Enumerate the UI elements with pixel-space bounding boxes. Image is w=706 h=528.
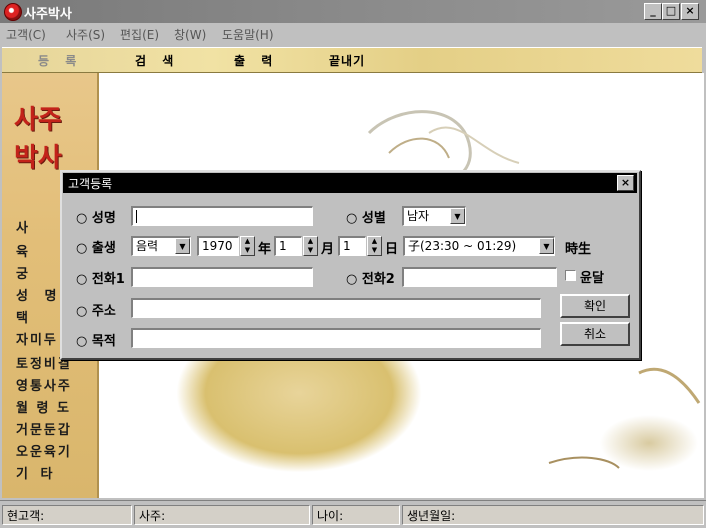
maximize-button[interactable]: □ <box>662 3 680 20</box>
name-field[interactable] <box>131 206 313 226</box>
year-field[interactable]: 1970 <box>197 236 239 256</box>
text-caret <box>136 210 137 223</box>
app-icon[interactable] <box>4 3 22 21</box>
year-unit: 年 <box>258 242 272 257</box>
cancel-button[interactable]: 취소 <box>560 322 630 346</box>
menu-customer[interactable]: 고객(C) <box>6 26 46 43</box>
close-button[interactable]: × <box>681 3 699 20</box>
sidebar-item-yeongtong[interactable]: 영통사주 <box>16 375 72 394</box>
logo-bottom: 박사 <box>14 143 62 173</box>
window-title: 사주박사 <box>24 7 72 22</box>
print-button[interactable]: 출 력 <box>234 52 278 69</box>
chevron-down-icon[interactable]: ▼ <box>450 208 465 224</box>
month-field[interactable]: 1 <box>274 236 302 256</box>
name-label: ○ 성명 <box>76 211 116 226</box>
customer-register-dialog: 고객등록 × ○ 성명 ○ 성별 남자 ▼ ○ 출생 음력 ▼ 1970 ▲ ▼ 年 … <box>60 170 641 360</box>
minimize-button[interactable]: _ <box>644 3 662 20</box>
month-spinner[interactable]: ▲ ▼ <box>303 236 318 256</box>
menu-help[interactable]: 도움말(H) <box>222 26 274 43</box>
purpose-field[interactable] <box>131 328 541 348</box>
sidebar-item-taek[interactable]: 택 <box>16 307 34 326</box>
toolbar: 등 록 검 색 출 력 끝내기 <box>2 47 702 73</box>
sidebar-item-jamidu[interactable]: 자미두 <box>16 329 58 348</box>
ok-button[interactable]: 확인 <box>560 294 630 318</box>
birth-hour-select[interactable]: 子(23:30 ~ 01:29) ▼ <box>403 236 555 256</box>
status-birthday: 생년월일: <box>402 505 704 525</box>
menu-saju[interactable]: 사주(S) <box>66 26 105 43</box>
address-label: ○ 주소 <box>76 304 116 319</box>
chevron-down-icon[interactable]: ▼ <box>539 238 554 254</box>
gender-label: ○ 성별 <box>346 211 386 226</box>
day-spinner[interactable]: ▲ ▼ <box>367 236 382 256</box>
sidebar-item-oun[interactable]: 오운육기 <box>16 441 72 460</box>
phone2-field[interactable] <box>402 267 557 287</box>
hour-unit: 時生 <box>565 242 592 257</box>
sidebar-item-geomun[interactable]: 거문둔갑 <box>16 419 72 438</box>
sidebar-item-gung[interactable]: 궁 <box>16 263 34 282</box>
status-age: 나이: <box>312 505 400 525</box>
menu-window[interactable]: 창(W) <box>174 26 206 43</box>
logo-top: 사주 <box>14 105 62 135</box>
day-field[interactable]: 1 <box>338 236 366 256</box>
dialog-close-button[interactable]: × <box>617 175 634 191</box>
sidebar-item-wollyeong[interactable]: 월 령 도 <box>16 397 71 416</box>
sidebar-item-etc[interactable]: 기 타 <box>16 463 56 482</box>
menu-edit[interactable]: 편집(E) <box>120 26 159 43</box>
phone1-field[interactable] <box>131 267 313 287</box>
leap-month-checkbox[interactable] <box>565 270 576 281</box>
search-button[interactable]: 검 색 <box>135 52 179 69</box>
month-unit: 月 <box>321 242 335 257</box>
calendar-select[interactable]: 음력 ▼ <box>131 236 191 256</box>
status-bar: 현고객: 사주: 나이: 생년월일: <box>0 500 706 528</box>
exit-button[interactable]: 끝내기 <box>329 52 365 69</box>
sidebar-item-yuk[interactable]: 육 <box>16 241 34 260</box>
title-bar[interactable]: 사주박사 _ □ × <box>0 0 706 23</box>
year-spinner[interactable]: ▲ ▼ <box>240 236 255 256</box>
birth-label: ○ 출생 <box>76 241 116 256</box>
phone2-label: ○ 전화2 <box>346 272 395 287</box>
address-field[interactable] <box>131 298 541 318</box>
register-button[interactable]: 등 록 <box>38 52 82 69</box>
sidebar-item-name[interactable]: 성 명 <box>16 285 62 304</box>
sidebar-item-sa[interactable]: 사 <box>16 217 34 236</box>
dialog-title: 고객등록 <box>68 177 113 191</box>
purpose-label: ○ 목적 <box>76 334 116 349</box>
status-current-customer: 현고객: <box>2 505 132 525</box>
phone1-label: ○ 전화1 <box>76 272 125 287</box>
dialog-title-bar[interactable]: 고객등록 × <box>63 173 637 193</box>
day-unit: 日 <box>385 242 399 257</box>
leap-month-label: 윤달 <box>580 271 604 286</box>
chevron-down-icon[interactable]: ▼ <box>175 238 190 254</box>
menu-bar: 고객(C) 사주(S) 편집(E) 창(W) 도움말(H) <box>0 23 706 43</box>
status-saju: 사주: <box>134 505 310 525</box>
gender-select[interactable]: 남자 ▼ <box>402 206 466 226</box>
main-window: 사주박사 _ □ × 고객(C) 사주(S) 편집(E) 창(W) 도움말(H)… <box>0 0 706 528</box>
